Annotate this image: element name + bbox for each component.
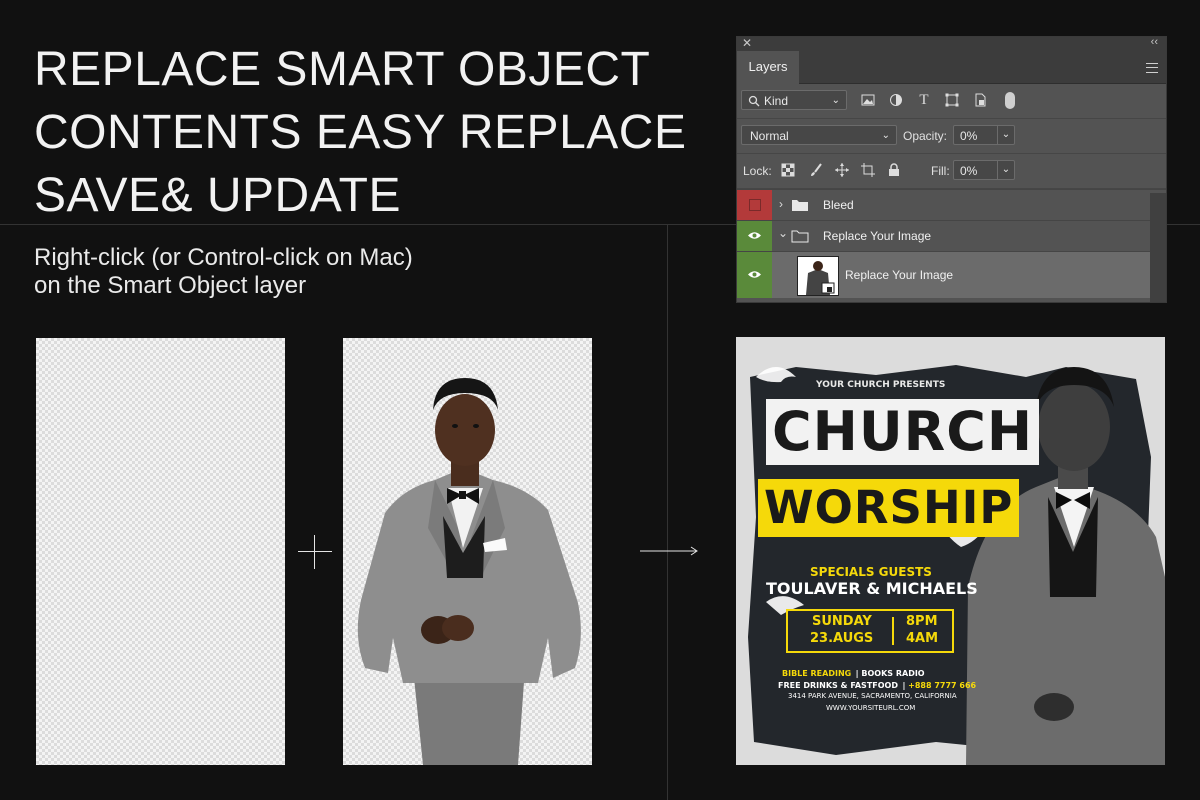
chevron-down-icon[interactable]: ⌄ [778, 226, 788, 240]
visibility-empty-box [749, 199, 761, 211]
eye-icon [748, 232, 761, 239]
flyer-date-divider [892, 617, 894, 645]
plus-icon [298, 535, 332, 569]
collapse-icon[interactable]: ‹‹ [1151, 37, 1158, 48]
flyer-info-line-1: BIBLE READING | BOOKS RADIO [782, 669, 925, 678]
visibility-toggle-on[interactable] [737, 252, 772, 298]
flyer-specials: SPECIALS GUESTS [810, 565, 932, 579]
filter-kind-value: Kind [764, 94, 789, 108]
opacity-value: 0% [960, 129, 978, 143]
artboard-icon[interactable] [861, 163, 875, 177]
divider-vertical [667, 224, 668, 800]
eye-icon [748, 271, 761, 278]
chevron-down-icon: ⌄ [881, 130, 890, 141]
opacity-input[interactable]: 0% ⌄ [953, 125, 1015, 145]
image-filter-icon[interactable] [861, 93, 875, 107]
opacity-label: Opacity: [903, 129, 948, 143]
filter-toggle-switch[interactable] [1005, 92, 1015, 109]
chevron-down-icon[interactable]: ⌄ [997, 125, 1014, 145]
flyer-address: 3414 PARK AVENUE, SACRAMENTO, CALIFORNIA [788, 692, 957, 700]
blend-mode-value: Normal [750, 129, 789, 143]
blend-mode-select[interactable]: Normal ⌄ [741, 125, 897, 145]
instruction-line-1: Right-click (or Control-click on Mac) [34, 244, 413, 271]
filter-row: Kind ⌄ T [737, 84, 1166, 119]
flyer-presents: YOUR CHURCH PRESENTS [816, 380, 946, 390]
layer-name[interactable]: Replace Your Image [845, 268, 953, 282]
close-icon[interactable]: ✕ [742, 37, 752, 50]
fill-input[interactable]: 0% ⌄ [953, 160, 1015, 180]
flyer-time-2: 4AM [906, 631, 939, 646]
layer-name[interactable]: Replace Your Image [823, 229, 931, 243]
chevron-down-icon: ⌄ [831, 95, 840, 106]
smart-object-filter-icon[interactable] [973, 93, 987, 107]
flyer-info-2a: FREE DRINKS & FASTFOOD [778, 681, 898, 690]
flyer-website: WWW.YOURSITEURL.COM [826, 704, 916, 712]
tab-layers[interactable]: Layers [737, 51, 799, 84]
person-image-canvas [343, 338, 592, 765]
panel-scrollbar[interactable] [1150, 193, 1166, 302]
move-icon[interactable] [835, 163, 849, 177]
flyer-info-line-2: FREE DRINKS & FASTFOOD | +888 7777 666 [778, 681, 977, 690]
lock-transparency-icon[interactable] [781, 163, 795, 177]
empty-smart-object-canvas [36, 338, 285, 765]
layer-name[interactable]: Bleed [823, 198, 854, 212]
layer-thumbnail[interactable] [797, 256, 839, 296]
lock-label: Lock: [743, 164, 772, 178]
lock-row: Lock: Fill: 0% ⌄ [737, 154, 1166, 189]
headline-line-3: SAVE& UPDATE [34, 169, 401, 222]
folder-open-icon [791, 230, 809, 243]
headline: REPLACE SMART OBJECT CONTENTS EASY REPLA… [34, 38, 714, 227]
shape-filter-icon[interactable] [945, 93, 959, 107]
folder-icon [792, 200, 808, 211]
instruction-text: Right-click (or Control-click on Mac) on… [34, 244, 413, 300]
thumbnail-person-image [806, 261, 835, 295]
layer-row-bleed[interactable]: › Bleed [737, 189, 1166, 220]
flyer-title-church: CHURCH [766, 399, 1040, 465]
person-cutout-image [357, 378, 581, 765]
layer-row-replace-group[interactable]: ⌄ Replace Your Image [737, 220, 1166, 251]
headline-line-2: CONTENTS EASY REPLACE [34, 106, 687, 159]
fill-label: Fill: [931, 164, 950, 178]
panel-menu-icon[interactable] [1146, 63, 1158, 73]
panel-titlebar: ✕ ‹‹ [737, 37, 1166, 51]
panel-tab-row: Layers [737, 51, 1166, 84]
flyer-guests: TOULAVER & MICHAELS [766, 579, 978, 598]
flyer-info-2b: +888 7777 666 [908, 681, 977, 690]
flyer-title-worship: WORSHIP [758, 479, 1020, 537]
adjustment-filter-icon[interactable] [889, 93, 903, 107]
layers-panel: ✕ ‹‹ Layers Kind ⌄ T Normal ⌄ Opacity: 0… [736, 36, 1167, 303]
flyer-time-1: 8PM [906, 614, 938, 629]
layer-row-smart-object[interactable]: Replace Your Image [737, 251, 1166, 298]
blend-row: Normal ⌄ Opacity: 0% ⌄ [737, 119, 1166, 154]
filter-kind-select[interactable]: Kind ⌄ [741, 90, 847, 110]
arrow-right-icon [640, 546, 698, 556]
search-icon [748, 95, 760, 107]
chevron-right-icon[interactable]: › [779, 197, 783, 211]
lock-icon[interactable] [887, 163, 901, 177]
instruction-line-2: on the Smart Object layer [34, 272, 307, 299]
brush-icon[interactable] [809, 163, 823, 177]
headline-line-1: REPLACE SMART OBJECT [34, 43, 651, 96]
flyer-preview: YOUR CHURCH PRESENTS CHURCH WORSHIP SPEC… [736, 337, 1165, 765]
type-filter-icon[interactable]: T [917, 93, 931, 108]
chevron-down-icon[interactable]: ⌄ [997, 160, 1014, 180]
flyer-date: 23.AUGS [810, 631, 874, 646]
visibility-toggle-off[interactable] [737, 190, 772, 220]
fill-value: 0% [960, 164, 978, 178]
flyer-date-box: SUNDAY 23.AUGS 8PM 4AM [786, 609, 954, 653]
visibility-toggle-on[interactable] [737, 221, 772, 251]
flyer-day: SUNDAY [812, 614, 872, 629]
